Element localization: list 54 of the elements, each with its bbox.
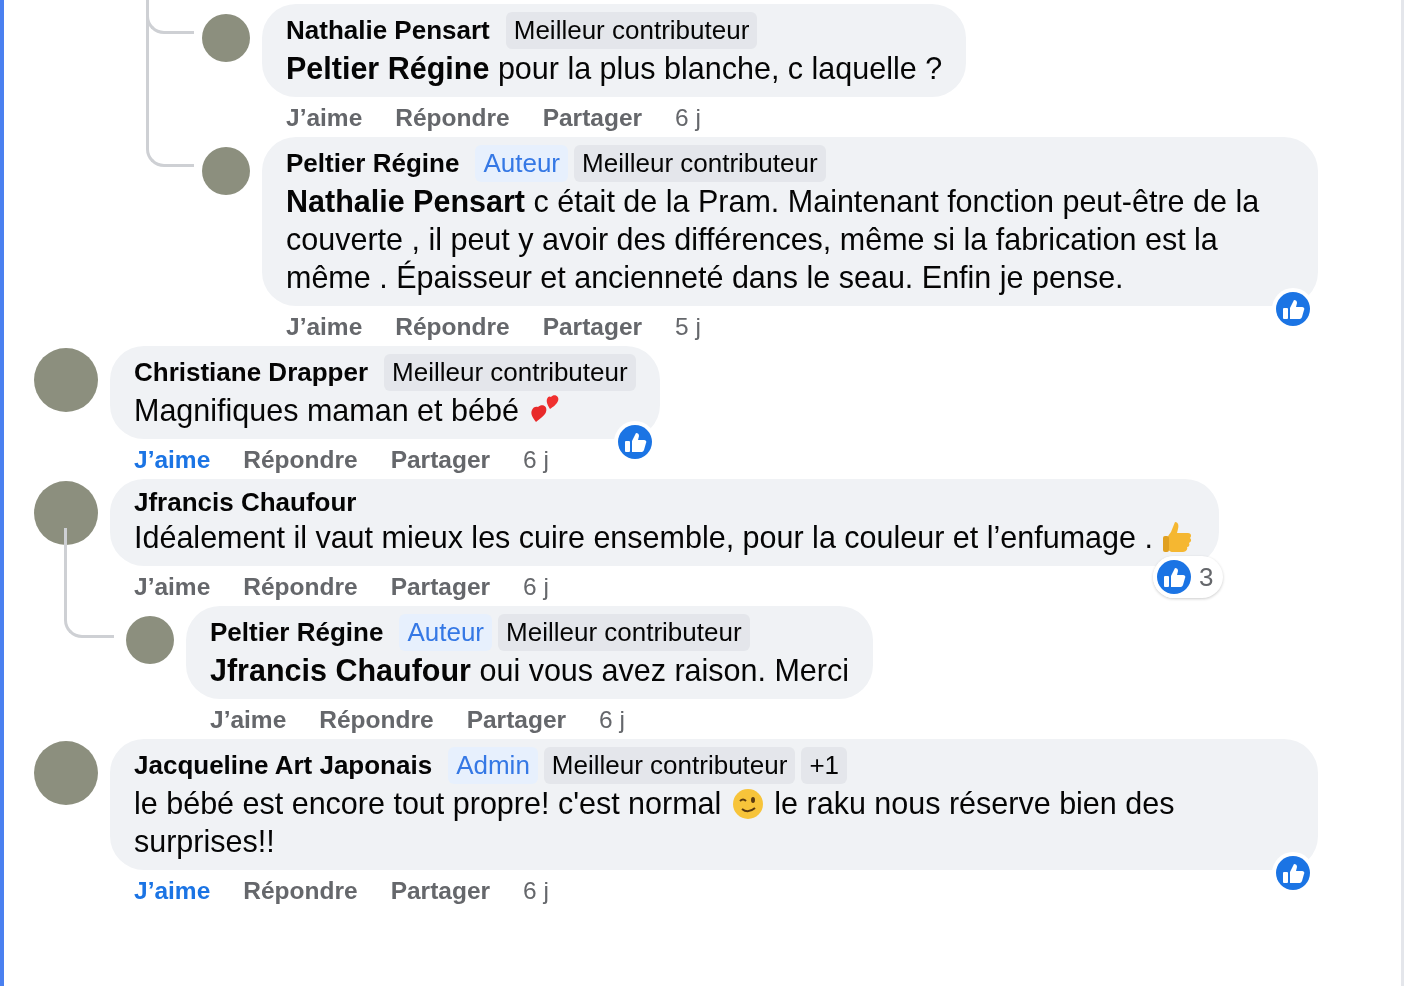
author-badge: Auteur	[475, 145, 568, 182]
comment-text: Idéalement il vaut mieux les cuire ensemble, pour la couleur et l’enfumage .	[134, 520, 1153, 554]
comment-text: Magnifiques maman et bébé	[134, 393, 519, 427]
like-link[interactable]: J’aime	[134, 445, 211, 475]
author-name[interactable]: Jacqueline Art Japonais	[134, 750, 433, 781]
author-badge: Meilleur contributeur	[384, 354, 636, 391]
reply-link[interactable]: Répondre	[395, 312, 510, 342]
avatar-photo[interactable]	[202, 147, 250, 195]
reaction-count: 3	[1198, 561, 1214, 593]
timestamp[interactable]: 6 j	[523, 876, 549, 906]
winking-face-icon	[731, 788, 764, 820]
author-badge: Auteur	[399, 614, 492, 651]
reply-link[interactable]: Répondre	[319, 705, 434, 735]
like-link[interactable]: J’aime	[286, 103, 363, 133]
author-name[interactable]: Peltier Régine	[210, 617, 384, 648]
comment-text: surprises!!	[134, 824, 275, 858]
timestamp[interactable]: 5 j	[675, 312, 701, 342]
avatar-photo[interactable]	[202, 14, 250, 62]
comment-text: Nathalie Pensart c était de la Pram. Maintenant fonction peut-être de la couverte , il peut y avoir des différences, même si la fabrication est la même . Épaisseur et ancienneté dans le seau. Enfin je pense.	[286, 184, 1260, 294]
comment-text: Peltier Régine pour la plus blanche, c laquelle ?	[286, 51, 943, 85]
reply-link[interactable]: Répondre	[395, 103, 510, 133]
timestamp[interactable]: 6 j	[523, 572, 549, 602]
share-link[interactable]: Partager	[390, 572, 491, 602]
like-link[interactable]: J’aime	[210, 705, 287, 735]
author-badge: Meilleur contributeur	[574, 145, 826, 182]
reply-link[interactable]: Répondre	[243, 572, 358, 602]
author-badge: Meilleur contributeur	[543, 747, 796, 784]
author-name[interactable]: Christiane Drapper	[134, 357, 369, 388]
author-name[interactable]: Jfrancis Chaufour	[134, 487, 357, 518]
author-name[interactable]: Nathalie Pensart	[286, 15, 490, 46]
share-link[interactable]: Partager	[466, 705, 567, 735]
share-link[interactable]: Partager	[390, 445, 491, 475]
reply-link[interactable]: Répondre	[243, 445, 358, 475]
author-badge: Meilleur contributeur	[505, 12, 758, 49]
author-name[interactable]: Peltier Régine	[286, 148, 460, 179]
comment-text: le raku nous réserve bien des	[774, 786, 1175, 820]
author-badge: Admin	[448, 747, 538, 784]
author-badge: Meilleur contributeur	[498, 614, 750, 651]
author-badge: +1	[801, 747, 848, 784]
timestamp[interactable]: 6 j	[675, 103, 701, 133]
reply-link[interactable]: Répondre	[243, 876, 358, 906]
reaction-badge[interactable]: 3	[1152, 556, 1224, 598]
share-link[interactable]: Partager	[542, 103, 643, 133]
comment-text: Jfrancis Chaufour oui vous avez raison. Merci	[210, 653, 850, 687]
like-link[interactable]: J’aime	[134, 876, 211, 906]
share-link[interactable]: Partager	[542, 312, 643, 342]
comment-text: le bébé est encore tout propre! c'est normal	[134, 786, 722, 820]
thumbs-up-icon	[1163, 520, 1194, 554]
like-link[interactable]: J’aime	[134, 572, 211, 602]
timestamp[interactable]: 6 j	[599, 705, 625, 735]
share-link[interactable]: Partager	[390, 876, 491, 906]
like-link[interactable]: J’aime	[286, 312, 363, 342]
timestamp[interactable]: 6 j	[523, 445, 549, 475]
avatar-photo[interactable]	[126, 616, 174, 664]
